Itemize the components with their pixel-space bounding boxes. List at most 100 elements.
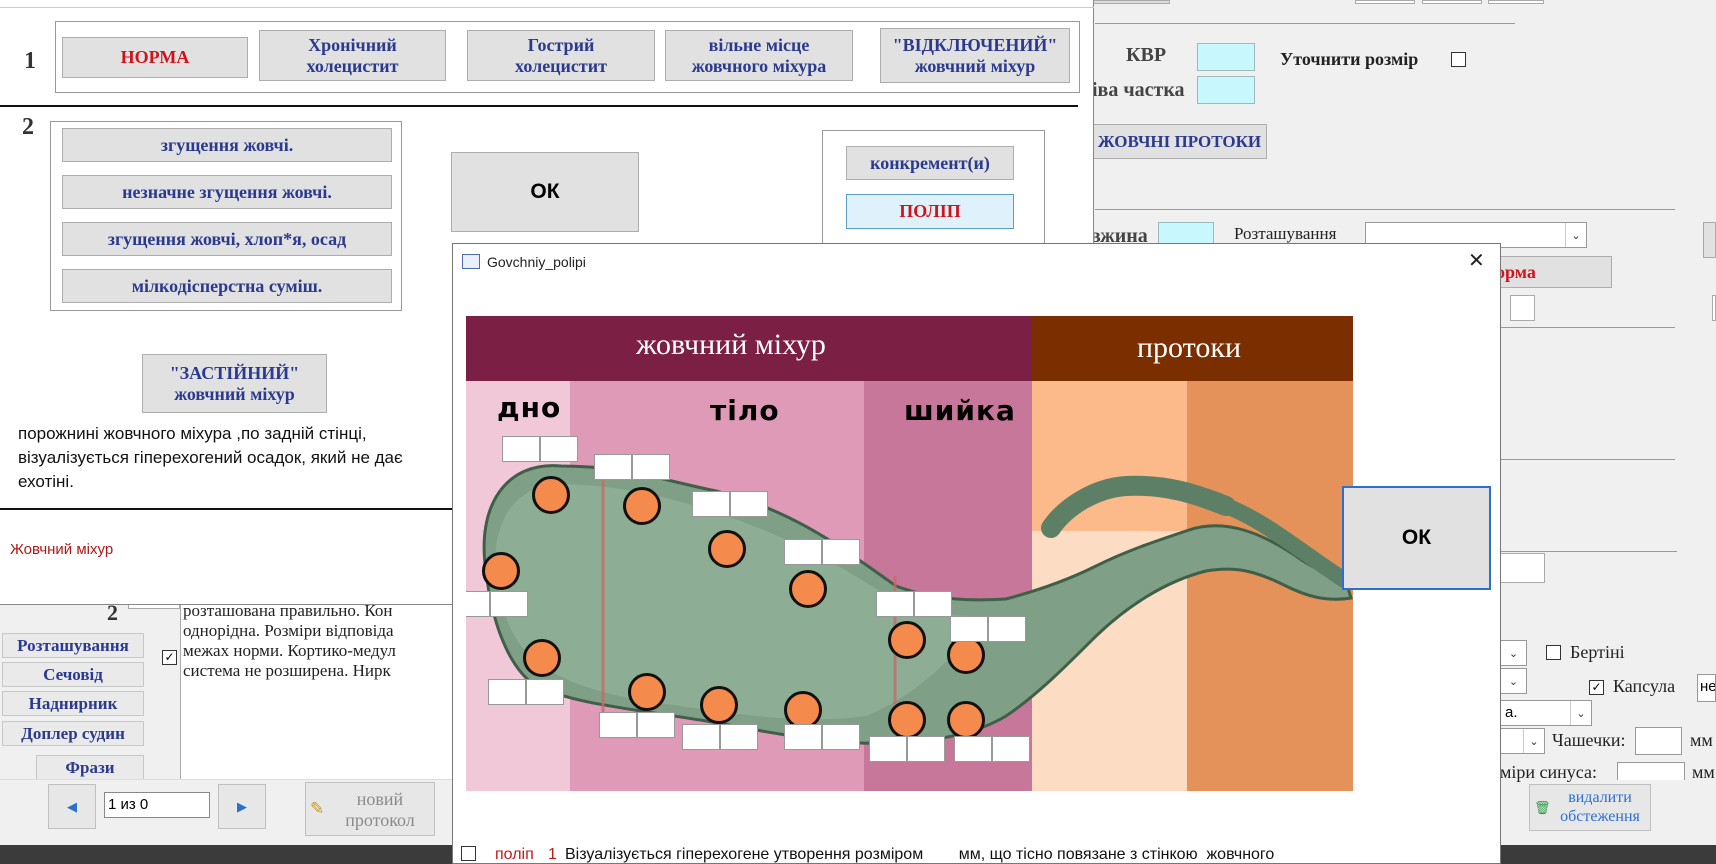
chevron-down-icon[interactable]: ⌄ <box>1565 223 1586 247</box>
window-title-bar: Govchniy_polipi ✕ <box>453 244 1500 280</box>
side-button-doppler[interactable]: Доплер судин <box>2 721 144 746</box>
mm-label: мм <box>1692 762 1715 782</box>
description-text[interactable]: порожнині жовчного міхура ,по задній сті… <box>18 422 448 494</box>
size-field-body-5[interactable] <box>682 724 758 750</box>
delete-exam-button[interactable]: 🗑 видалити обстеження <box>1529 784 1651 831</box>
size-field-neck-4[interactable] <box>954 736 1030 762</box>
free-fluid-button[interactable]: вільне місце жовчного міхура <box>665 30 853 81</box>
size-field-neck-1[interactable] <box>876 591 952 617</box>
slight-bile-thickening-button[interactable]: незначне згущення жовчі. <box>62 175 392 209</box>
sinus-label: міри синуса: <box>1500 762 1597 782</box>
kvr-field[interactable] <box>1197 43 1255 71</box>
divider <box>0 105 1078 107</box>
combo[interactable]: ⌄ <box>1500 728 1545 754</box>
size-field-fundus-1[interactable] <box>502 436 578 462</box>
norma-button[interactable]: орма <box>1485 256 1612 288</box>
chronic-cholecystitis-button[interactable]: Хронічний холецистит <box>259 30 446 81</box>
gallbladder-diagram: жовчний міхур протоки дно тіло шийка <box>466 316 1353 791</box>
chevron-down-icon[interactable]: ⌄ <box>1570 701 1591 725</box>
combo[interactable]: ⌄ <box>1500 640 1527 666</box>
sinus-field[interactable] <box>1617 762 1685 780</box>
polyp-marker-fundus-2[interactable] <box>482 552 520 590</box>
polyp-marker-neck-3[interactable] <box>888 701 926 739</box>
footer-label: Жовчний міхур <box>10 541 114 558</box>
pencil-icon: ✎ <box>310 799 325 818</box>
close-icon[interactable]: ✕ <box>1468 248 1485 273</box>
small-combo[interactable]: а. ⌄ <box>1500 700 1592 726</box>
polyp-marker-fundus-3[interactable] <box>523 639 561 677</box>
size-field-body-6[interactable] <box>784 724 860 750</box>
bile-sludge-button[interactable]: згущення жовчі, хлоп*я, осад <box>62 222 392 256</box>
chashechky-label: Чашечки: <box>1552 730 1626 750</box>
side-button-ureter[interactable]: Сечовід <box>2 662 144 687</box>
size-field-body-3[interactable] <box>784 539 860 565</box>
form-icon <box>462 254 480 269</box>
size-field-body-2[interactable] <box>692 491 768 517</box>
size-field-fundus-2[interactable] <box>466 591 528 617</box>
bile-ducts-button[interactable]: ЖОВЧНІ ПРОТОКИ <box>1092 124 1267 159</box>
kapsula-field[interactable]: не <box>1697 674 1716 702</box>
polyp-marker-fundus-1[interactable] <box>532 476 570 514</box>
new-protocol-button[interactable]: ✎ новий протокол <box>305 782 435 836</box>
polyp-marker-neck-1[interactable] <box>888 621 926 659</box>
left-panel <box>0 600 180 779</box>
chashechky-field[interactable] <box>1635 727 1682 755</box>
norma-button[interactable]: НОРМА <box>62 37 248 78</box>
edge-button[interactable] <box>1703 222 1716 258</box>
kapsula-checkbox[interactable]: ✓ <box>1589 680 1604 695</box>
polyp-text-checkbox[interactable] <box>461 846 476 861</box>
text-checkbox[interactable]: ✓ <box>162 650 177 665</box>
top-field[interactable] <box>1355 0 1415 4</box>
part-field[interactable] <box>1197 76 1255 104</box>
side-button-phrases[interactable]: Фрази <box>36 755 144 780</box>
polyp-marker-body-5[interactable] <box>700 686 738 724</box>
disabled-gallbladder-button[interactable]: "ВІДКЛЮЧЕНИЙ" жовчний міхур <box>880 28 1070 83</box>
polyp-marker-body-1[interactable] <box>623 487 661 525</box>
delete-exam-label: видалити обстеження <box>1560 789 1640 825</box>
polyp-marker-body-4[interactable] <box>628 673 666 711</box>
trash-icon: 🗑 <box>1534 800 1551 815</box>
field[interactable] <box>1500 553 1545 583</box>
edge-field[interactable] <box>1712 295 1716 321</box>
combo[interactable]: ⌄ <box>1500 668 1527 694</box>
polyp-description[interactable]: Візуалізується гіперехогене утворення ро… <box>565 846 1274 864</box>
record-counter[interactable]: 1 из 0 <box>104 792 210 818</box>
polyp-button[interactable]: ПОЛІП <box>846 194 1014 229</box>
size-field-fundus-3[interactable] <box>488 679 564 705</box>
top-field[interactable] <box>1422 0 1482 4</box>
polyp-number: 1 <box>548 846 557 863</box>
side-button-adrenal[interactable]: Наднирник <box>2 691 144 716</box>
side-button-location[interactable]: Розташування <box>2 633 144 658</box>
top-field[interactable] <box>1488 0 1544 4</box>
next-record-icon[interactable]: ▶ <box>218 784 266 829</box>
clarify-size-label: Уточнити розмір <box>1280 49 1419 69</box>
stasis-gallbladder-button[interactable]: "ЗАСТІЙНИЙ" жовчний міхур <box>142 354 327 413</box>
divider <box>1500 551 1677 552</box>
top-field[interactable] <box>1090 0 1170 4</box>
fine-dispersed-button[interactable]: мілкодісперстна суміш. <box>62 269 392 303</box>
size-field-neck-2[interactable] <box>950 616 1026 642</box>
acute-cholecystitis-button[interactable]: Гострий холецистит <box>467 30 655 81</box>
prev-record-icon[interactable]: ◀ <box>48 784 96 829</box>
bertini-checkbox[interactable] <box>1546 645 1561 660</box>
polyp-marker-body-2[interactable] <box>708 530 746 568</box>
part-label: іва частка <box>1092 79 1185 101</box>
kapsula-label: Капсула <box>1613 676 1676 696</box>
ok-button[interactable]: ОК <box>451 152 639 232</box>
size-field-body-4[interactable] <box>599 712 675 738</box>
chevron-down-icon[interactable]: ⌄ <box>1500 641 1526 665</box>
clarify-size-checkbox[interactable] <box>1451 52 1466 67</box>
bile-thickening-button[interactable]: згущення жовчі. <box>62 128 392 162</box>
window-title: Govchniy_polipi <box>487 254 586 270</box>
ok-button[interactable]: ОК <box>1342 486 1491 590</box>
kidney-text[interactable]: розташована правильно. Кон однорідна. Ро… <box>180 600 455 779</box>
polyp-marker-neck-4[interactable] <box>947 701 985 739</box>
mm-label: мм <box>1690 730 1713 750</box>
concrement-button[interactable]: конкремент(и) <box>846 146 1014 180</box>
polyp-marker-body-3[interactable] <box>789 570 827 608</box>
size-field-body-1[interactable] <box>594 454 670 480</box>
chevron-down-icon[interactable]: ⌄ <box>1500 669 1526 693</box>
small-field[interactable] <box>1510 295 1535 321</box>
size-field-neck-3[interactable] <box>869 736 945 762</box>
chevron-down-icon[interactable]: ⌄ <box>1523 729 1544 753</box>
